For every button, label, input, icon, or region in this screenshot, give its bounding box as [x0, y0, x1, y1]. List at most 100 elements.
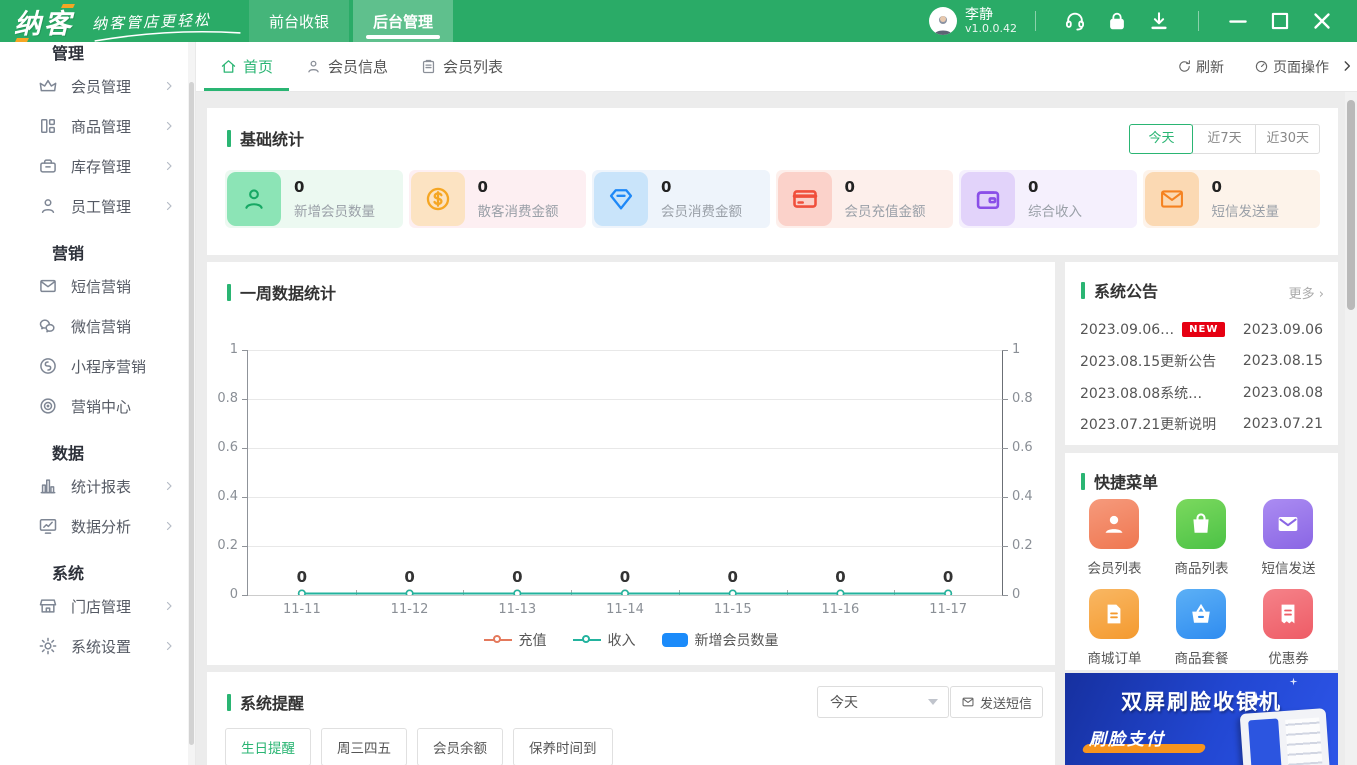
- main-scrollbar-thumb[interactable]: [1347, 100, 1355, 310]
- creditcard-icon: [777, 172, 832, 226]
- topbar: 纳客 纳客管店更轻松 前台收银 后台管理 李静 v1.0.0.42: [0, 0, 1357, 42]
- sidebar-item-wechat[interactable]: 微信营销: [0, 306, 195, 346]
- page-tabs: 首页 会员信息 会员列表: [204, 42, 519, 91]
- legend-item[interactable]: 收入: [572, 630, 636, 650]
- quick-item-q-doc[interactable]: 商城订单: [1071, 589, 1158, 667]
- quick-item-label: 短信发送: [1261, 561, 1316, 577]
- panel-title: 基础统计: [227, 126, 304, 150]
- y-axis-label: 0.6: [1012, 440, 1033, 455]
- reminder-day-select[interactable]: 今天: [817, 686, 949, 718]
- x-axis-label: 11-11: [282, 602, 321, 617]
- stat-card: 0 短信发送量: [1142, 170, 1320, 228]
- quick-item-q-bag[interactable]: 商品列表: [1158, 499, 1245, 577]
- stat-card: 0 综合收入: [959, 170, 1137, 228]
- week-chart-panel: 一周数据统计 0 0 0.2 0.2 0.4 0.4 0.6 0.6 0.8 0.8 1 1 11-11…: [207, 262, 1055, 665]
- y-axis-label: 0.2: [217, 538, 238, 553]
- stat-label: 综合收入: [1028, 204, 1082, 220]
- maximize-button[interactable]: [1267, 8, 1293, 34]
- data-point-label: 0: [727, 568, 738, 586]
- monitor-icon: [38, 516, 58, 536]
- goods-icon: [38, 116, 58, 136]
- quick-item-q-mail[interactable]: 短信发送: [1245, 499, 1332, 577]
- user-info[interactable]: 李静 v1.0.0.42: [929, 7, 1017, 36]
- sidebar-item-goods[interactable]: 商品管理: [0, 106, 195, 146]
- clipboard-icon: [420, 58, 437, 75]
- sidebar-item-label: 会员管理: [71, 77, 132, 96]
- action-label: 页面操作: [1273, 59, 1329, 76]
- tab-会员信息[interactable]: 会员信息: [289, 42, 404, 91]
- panel-title: 快捷菜单: [1081, 469, 1158, 493]
- chart-series-layer: [297, 589, 953, 595]
- action-label: 刷新: [1196, 59, 1224, 76]
- tab-会员列表[interactable]: 会员列表: [404, 42, 519, 91]
- sidebar-item-person[interactable]: 员工管理: [0, 186, 195, 226]
- range-button[interactable]: 近7天: [1192, 124, 1257, 154]
- title-accent-bar: [227, 129, 231, 147]
- close-button[interactable]: [1309, 8, 1335, 34]
- page-actions-expand-icon[interactable]: [1340, 59, 1354, 73]
- lock-icon[interactable]: [1106, 10, 1128, 32]
- announcement-row[interactable]: 2023.08.08系统… 2023.08.08: [1065, 377, 1338, 409]
- x-axis-label: 11-16: [821, 602, 860, 617]
- action-refresh[interactable]: 刷新: [1177, 57, 1224, 77]
- logo-accent: [15, 37, 29, 42]
- tab-首页[interactable]: 首页: [204, 42, 290, 91]
- reminder-tab[interactable]: 保养时间到: [513, 728, 613, 765]
- store-icon: [38, 596, 58, 616]
- x-axis-label: 11-14: [606, 602, 644, 617]
- sidebar-scrollbar-thumb[interactable]: [189, 82, 194, 745]
- announcement-row[interactable]: 2023.08.15更新公告 2023.08.15: [1065, 346, 1338, 378]
- announcement-title: 2023.08.08系统…: [1080, 385, 1203, 402]
- gear-icon: [38, 636, 58, 656]
- range-button[interactable]: 近30天: [1255, 124, 1320, 154]
- tab-label: 首页: [243, 58, 274, 76]
- ad-banner[interactable]: 双屏刷脸收银机 刷脸支付: [1065, 673, 1338, 765]
- sidebar-item-gear[interactable]: 系统设置: [0, 626, 195, 666]
- quick-item-q-basket[interactable]: 商品套餐: [1158, 589, 1245, 667]
- data-point-label: 0: [835, 568, 846, 586]
- topbar-right: 李静 v1.0.0.42: [929, 7, 1343, 36]
- sidebar-item-crown[interactable]: 会员管理: [0, 66, 195, 106]
- stat-label: 会员消费金额: [661, 204, 742, 220]
- support-icon[interactable]: [1064, 10, 1086, 32]
- sidebar-item-miniprogram[interactable]: 小程序营销: [0, 346, 195, 386]
- title-accent-bar: [1081, 472, 1085, 490]
- quick-item-q-coupon[interactable]: 优惠券: [1245, 589, 1332, 667]
- mode-tab-1[interactable]: 后台管理: [353, 0, 454, 42]
- main-scrollbar[interactable]: [1345, 92, 1357, 765]
- legend-label: 新增会员数量: [694, 633, 779, 649]
- reminder-tab[interactable]: 周三四五: [321, 728, 407, 765]
- sidebar-item-inventory[interactable]: 库存管理: [0, 146, 195, 186]
- sidebar-item-monitor[interactable]: 数据分析: [0, 506, 195, 546]
- sidebar-scrollbar[interactable]: [188, 42, 195, 765]
- quick-item-q-person[interactable]: 会员列表: [1071, 499, 1158, 577]
- download-icon[interactable]: [1148, 10, 1170, 32]
- sidebar-item-store[interactable]: 门店管理: [0, 586, 195, 626]
- quick-item-label: 商城订单: [1087, 651, 1142, 667]
- reminder-tab[interactable]: 会员余额: [417, 728, 503, 765]
- basic-stats-panel: 基础统计 今天 近7天 近30天 0 新增会员数量 0 散客消费金额 0 会员消费金额 0 会员充…: [207, 108, 1338, 255]
- select-value: 今天: [830, 695, 858, 711]
- more-link[interactable]: 更多 ›: [1289, 283, 1324, 302]
- sidebar-item-envelope[interactable]: 短信营销: [0, 266, 195, 306]
- legend-item[interactable]: 新增会员数量: [661, 630, 779, 650]
- data-point-label: 0: [512, 568, 523, 586]
- announcement-row[interactable]: 2023.07.21更新说明 2023.07.21: [1065, 409, 1338, 441]
- announcement-row[interactable]: 2023.09.06… NEW 2023.09.06: [1065, 314, 1338, 346]
- send-sms-button[interactable]: 发送短信: [949, 686, 1043, 718]
- mode-tab-0[interactable]: 前台收银: [249, 0, 350, 42]
- chevron-right-icon: [163, 640, 175, 652]
- chevron-right-icon: [163, 200, 175, 212]
- announcements-panel: 系统公告 更多 › 2023.09.06… NEW 2023.09.06 2023.0…: [1065, 262, 1338, 445]
- announcement-title: 2023.07.21更新说明: [1080, 417, 1217, 434]
- action-gauge[interactable]: 页面操作: [1254, 57, 1329, 77]
- minimize-button[interactable]: [1225, 8, 1251, 34]
- legend-item[interactable]: 充值: [483, 630, 547, 650]
- sidebar-item-barchart[interactable]: 统计报表: [0, 466, 195, 506]
- sidebar-item-label: 小程序营销: [71, 357, 147, 376]
- stat-value: 0: [661, 178, 672, 196]
- sidebar-item-target[interactable]: 营销中心: [0, 386, 195, 426]
- reminder-tab[interactable]: 生日提醒: [225, 728, 311, 765]
- range-button[interactable]: 今天: [1129, 124, 1194, 154]
- y-axis-label: 0.4: [1012, 489, 1033, 504]
